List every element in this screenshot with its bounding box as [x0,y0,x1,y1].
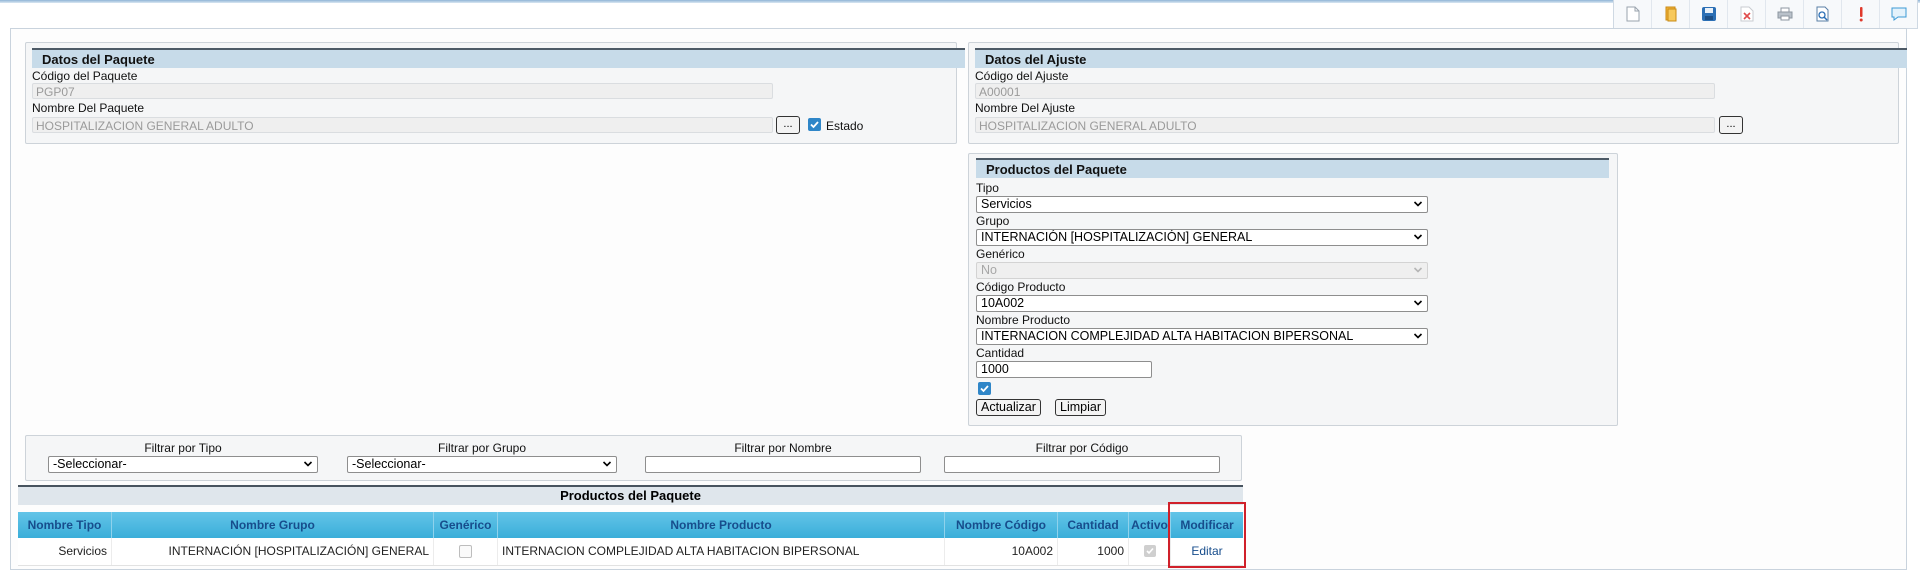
col-cantidad[interactable]: Cantidad [1057,512,1128,538]
cell-activo [1128,538,1170,565]
datos-ajuste-section: Datos del Ajuste Código del Ajuste A0000… [968,42,1907,144]
nombre-producto-select[interactable]: INTERNACION COMPLEJIDAD ALTA HABITACION … [976,328,1428,345]
cell-generico [433,538,497,565]
codigo-producto-label: Código Producto [976,280,1066,294]
tipo-select-value: Servicios [981,197,1032,211]
cell-cantidad: 1000 [1057,538,1128,565]
filtro-codigo-input[interactable] [944,456,1220,473]
save-icon[interactable] [1689,0,1727,28]
col-activo[interactable]: Activo [1128,512,1170,538]
generico-select-value: No [981,263,997,277]
col-nombre-producto[interactable]: Nombre Producto [497,512,944,538]
cell-nombre-tipo: Servicios [58,544,107,558]
filtro-tipo-label: Filtrar por Tipo [144,441,222,455]
codigo-ajuste-field[interactable]: A00001 [975,83,1715,99]
nombre-paquete-field[interactable]: HOSPITALIZACION GENERAL ADULTO [32,117,773,133]
chevron-down-icon [1413,234,1423,240]
filtro-nombre-label: Filtrar por Nombre [734,441,832,455]
alert-icon[interactable] [1841,0,1879,28]
filtro-grupo-select[interactable]: -Seleccionar- [347,456,617,473]
table-title: Productos del Paquete [18,485,1243,505]
codigo-producto-value: 10A002 [981,296,1025,310]
generico-label: Genérico [976,247,1025,261]
chevron-down-icon [303,461,313,467]
chevron-down-icon [602,461,612,467]
cantidad-label: Cantidad [976,346,1025,360]
highlight-box [1168,502,1246,568]
nombre-producto-label: Nombre Producto [976,313,1071,327]
col-nombre-codigo[interactable]: Nombre Código [944,512,1057,538]
generico-select: No [976,262,1428,279]
folder-icon[interactable] [1651,0,1689,28]
chevron-down-icon [1413,201,1423,207]
col-generico[interactable]: Genérico [433,512,497,538]
filtro-tipo-select[interactable]: -Seleccionar- [48,456,318,473]
codigo-producto-select[interactable]: 10A002 [976,295,1428,312]
limpiar-button[interactable]: Limpiar [1055,399,1106,416]
chevron-down-icon [1413,267,1423,273]
tipo-label: Tipo [976,181,999,195]
estado-label: Estado [826,119,864,133]
table-row: Servicios INTERNACIÓN [HOSPITALIZACIÓN] … [18,538,1243,566]
generico-row-checkbox[interactable] [459,545,472,558]
codigo-paquete-field[interactable]: PGP07 [32,83,773,99]
activo-checkbox[interactable] [978,382,991,395]
cell-nombre-producto: INTERNACION COMPLEJIDAD ALTA HABITACION … [497,538,944,565]
print-icon[interactable] [1765,0,1803,28]
chevron-down-icon [1413,300,1423,306]
nombre-ajuste-field[interactable]: HOSPITALIZACION GENERAL ADULTO [975,117,1715,133]
chevron-down-icon [1413,333,1423,339]
col-nombre-grupo[interactable]: Nombre Grupo [111,512,433,538]
buscar-ajuste-button[interactable]: ... [1719,116,1743,134]
toolbar [1613,0,1918,29]
filtro-codigo-label: Filtrar por Código [1035,441,1129,455]
datos-paquete-title: Datos del Paquete [32,48,965,68]
new-document-icon[interactable] [1614,0,1651,28]
nombre-producto-value: INTERNACION COMPLEJIDAD ALTA HABITACION … [981,329,1354,343]
codigo-paquete-label: Código del Paquete [32,69,138,83]
codigo-ajuste-label: Código del Ajuste [975,69,1069,83]
cell-nombre-codigo: 10A002 [944,538,1057,565]
filtro-nombre-input[interactable] [645,456,921,473]
filtro-grupo-label: Filtrar por Grupo [437,441,527,455]
filtro-grupo-value: -Seleccionar- [352,457,426,471]
datos-ajuste-title: Datos del Ajuste [975,48,1907,68]
delete-icon[interactable] [1727,0,1765,28]
tipo-select[interactable]: Servicios [976,196,1428,213]
comment-icon[interactable] [1879,0,1917,28]
cell-nombre-grupo: INTERNACIÓN [HOSPITALIZACIÓN] GENERAL [111,538,433,565]
activo-row-checkbox [1144,545,1156,557]
col-nombre-tipo[interactable]: Nombre Tipo [18,512,111,538]
productos-form-section: Productos del Paquete Tipo Servicios Gru… [968,153,1618,426]
estado-checkbox[interactable] [808,118,821,131]
datos-paquete-section: Datos del Paquete Código del Paquete PGP… [25,42,965,144]
actualizar-button[interactable]: Actualizar [976,399,1041,416]
grupo-label: Grupo [976,214,1010,228]
filters-section: Filtrar por Tipo -Seleccionar- Filtrar p… [25,435,1242,481]
productos-form-title: Productos del Paquete [976,158,1609,178]
nombre-ajuste-label: Nombre Del Ajuste [975,101,1076,115]
filtro-tipo-value: -Seleccionar- [53,457,127,471]
search-document-icon[interactable] [1803,0,1841,28]
cantidad-input[interactable]: 1000 [976,361,1152,378]
buscar-paquete-button[interactable]: ... [776,116,800,134]
grupo-select-value: INTERNACIÓN [HOSPITALIZACIÓN] GENERAL [981,230,1253,244]
nombre-paquete-label: Nombre Del Paquete [32,101,145,115]
grupo-select[interactable]: INTERNACIÓN [HOSPITALIZACIÓN] GENERAL [976,229,1428,246]
table-header: Nombre Tipo Nombre Grupo Genérico Nombre… [18,512,1243,538]
